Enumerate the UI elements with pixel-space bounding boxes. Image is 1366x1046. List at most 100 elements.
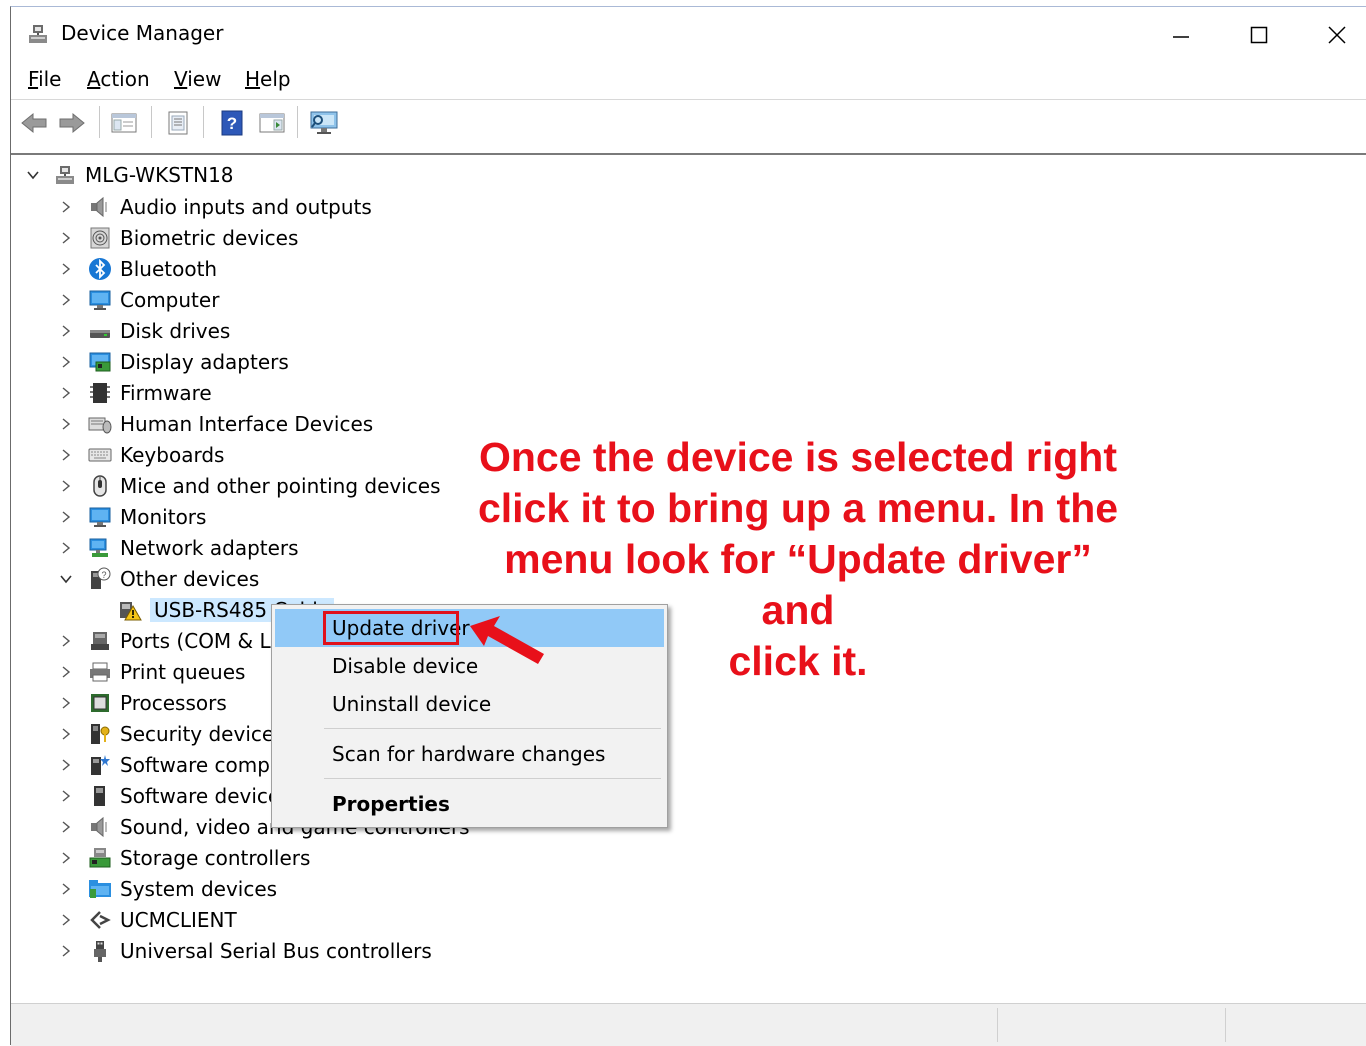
chevron-right-icon[interactable] <box>56 414 76 434</box>
menu-file-accel: F <box>28 67 39 91</box>
monitor-icon <box>88 505 112 529</box>
tree-item-label: Processors <box>120 690 227 715</box>
chevron-right-icon[interactable] <box>56 445 76 465</box>
tree-category[interactable]: Print queues <box>56 656 245 687</box>
chevron-down-icon[interactable] <box>56 569 76 589</box>
tree-category[interactable]: System devices <box>56 873 277 904</box>
chevron-right-icon[interactable] <box>56 786 76 806</box>
back-button[interactable] <box>19 108 49 138</box>
tree-category[interactable]: Audio inputs and outputs <box>56 191 372 222</box>
menu-file-rest: ile <box>38 67 62 91</box>
tree-category[interactable]: Keyboards <box>56 439 224 470</box>
device-manager-icon <box>29 25 47 43</box>
properties-button[interactable] <box>163 108 193 138</box>
tree-category[interactable]: Network adapters <box>56 532 299 563</box>
tree-item-label: Disk drives <box>120 318 231 343</box>
chevron-right-icon[interactable] <box>56 538 76 558</box>
chevron-right-icon[interactable] <box>56 507 76 527</box>
chevron-right-icon[interactable] <box>56 290 76 310</box>
tree-item-label: Print queues <box>120 659 246 684</box>
menu-view-accel: V <box>174 67 188 91</box>
menu-help[interactable]: Help <box>245 67 291 91</box>
back-arrow-icon <box>21 112 47 134</box>
console-tree-button[interactable] <box>109 108 139 138</box>
menu-view[interactable]: View <box>174 67 221 91</box>
tree-category[interactable]: UCMCLIENT <box>56 904 237 935</box>
chevron-down-icon[interactable] <box>23 165 43 185</box>
title-bar[interactable]: Device Manager <box>11 7 1366 59</box>
annotation-line: Once the device is selected right <box>478 434 1118 480</box>
tree-category[interactable]: Security devices <box>56 718 285 749</box>
mouse-icon <box>88 474 112 498</box>
chevron-right-icon[interactable] <box>56 476 76 496</box>
speaker-icon <box>88 195 112 219</box>
chevron-right-icon[interactable] <box>56 879 76 899</box>
chevron-right-icon[interactable] <box>56 693 76 713</box>
scan-hardware-button[interactable] <box>309 108 339 138</box>
warning-device-icon <box>118 598 142 622</box>
tree-category[interactable]: ? Other devices <box>56 563 259 594</box>
chevron-right-icon[interactable] <box>56 352 76 372</box>
tree-item-label: Software devices <box>120 783 291 808</box>
maximize-button[interactable] <box>1229 15 1289 55</box>
menu-scan-hardware[interactable]: Scan for hardware changes <box>275 735 664 773</box>
tree-category[interactable]: Computer <box>56 284 219 315</box>
menu-file[interactable]: File <box>28 67 61 91</box>
tree-item-label: Other devices <box>120 566 260 591</box>
storage-controller-icon <box>88 846 112 870</box>
printer-icon <box>88 660 112 684</box>
close-button[interactable] <box>1307 15 1366 55</box>
tree-category[interactable]: Mice and other pointing devices <box>56 470 441 501</box>
chevron-right-icon[interactable] <box>56 321 76 341</box>
action-pane-icon <box>259 113 285 133</box>
chevron-right-icon[interactable] <box>56 910 76 930</box>
minimize-icon <box>1173 36 1189 38</box>
port-icon <box>88 629 112 653</box>
status-bar <box>11 1003 1366 1046</box>
properties-icon <box>168 111 188 135</box>
chevron-right-icon[interactable] <box>56 662 76 682</box>
minimize-button[interactable] <box>1151 15 1211 55</box>
chevron-right-icon[interactable] <box>56 817 76 837</box>
chevron-right-icon[interactable] <box>56 228 76 248</box>
tree-category[interactable]: Storage controllers <box>56 842 310 873</box>
chevron-right-icon[interactable] <box>56 259 76 279</box>
tree-category[interactable]: Display adapters <box>56 346 289 377</box>
svg-text:?: ? <box>101 570 106 580</box>
menu-help-rest: elp <box>260 67 291 91</box>
status-divider <box>1225 1008 1226 1042</box>
menu-properties-label: Properties <box>332 792 450 816</box>
unknown-device-icon: ? <box>88 567 112 591</box>
tree-category[interactable]: Human Interface Devices <box>56 408 373 439</box>
tree-category[interactable]: Firmware <box>56 377 212 408</box>
menu-help-accel: H <box>245 67 261 91</box>
menu-properties[interactable]: Properties <box>275 785 664 823</box>
tree-category[interactable]: Processors <box>56 687 227 718</box>
disk-drive-icon <box>88 319 112 343</box>
forward-arrow-icon <box>59 112 85 134</box>
tree-category[interactable]: Biometric devices <box>56 222 298 253</box>
menu-bar: File Action View Help <box>11 59 1366 99</box>
tree-category[interactable]: Ports (COM & LPT) <box>56 625 303 656</box>
chevron-right-icon[interactable] <box>56 197 76 217</box>
tree-category[interactable]: Disk drives <box>56 315 230 346</box>
help-button[interactable]: ? <box>217 108 247 138</box>
tree-category[interactable]: Monitors <box>56 501 206 532</box>
chevron-right-icon[interactable] <box>56 724 76 744</box>
chevron-right-icon[interactable] <box>56 848 76 868</box>
chevron-right-icon[interactable] <box>56 383 76 403</box>
menu-uninstall-device[interactable]: Uninstall device <box>275 685 664 723</box>
tree-item-label: Computer <box>120 287 220 312</box>
tree-root[interactable]: MLG-WKSTN18 <box>23 159 234 190</box>
chevron-right-icon[interactable] <box>56 631 76 651</box>
tree-category[interactable]: Software devices <box>56 780 291 811</box>
toolbar-separator <box>151 106 152 138</box>
chevron-right-icon[interactable] <box>56 941 76 961</box>
chevron-right-icon[interactable] <box>56 755 76 775</box>
forward-button[interactable] <box>57 108 87 138</box>
tree-category[interactable]: Bluetooth <box>56 253 217 284</box>
action-pane-button[interactable] <box>257 108 287 138</box>
menu-action[interactable]: Action <box>87 67 150 91</box>
tree-item-label: Network adapters <box>120 535 299 560</box>
tree-category[interactable]: Universal Serial Bus controllers <box>56 935 432 966</box>
